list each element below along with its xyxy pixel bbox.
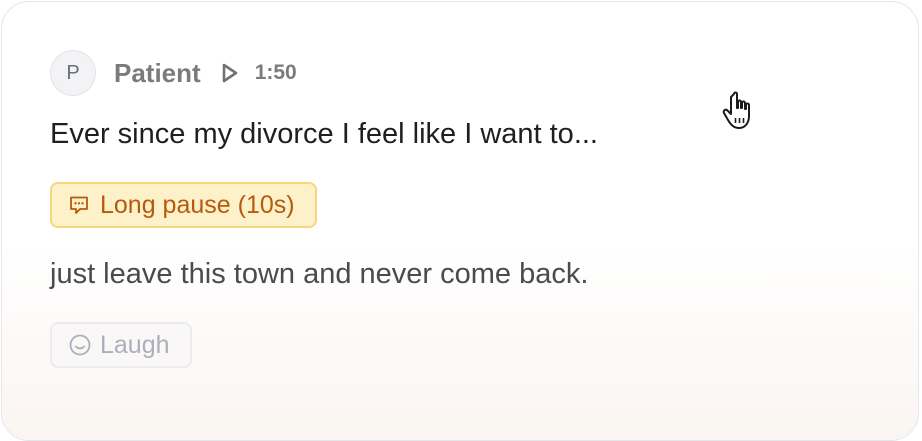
long-pause-label: Long pause (10s) [100, 190, 295, 219]
transcript-card: P Patient 1:50 Ever since my divorce I f… [1, 1, 919, 441]
transcript-line: Ever since my divorce I feel like I want… [50, 118, 598, 150]
long-pause-tag[interactable]: Long pause (10s) [50, 182, 317, 228]
avatar: P [50, 50, 96, 96]
smile-icon [69, 334, 91, 356]
timestamp: 1:50 [254, 61, 297, 84]
hand-pointer-cursor-icon [722, 91, 750, 129]
play-button[interactable] [219, 61, 241, 85]
message-header: P Patient 1:50 [50, 49, 297, 97]
laugh-label: Laugh [100, 330, 170, 359]
speaker-name: Patient [114, 57, 201, 88]
transcript-line: just leave this town and never come back… [50, 258, 589, 290]
chat-bubble-icon [70, 196, 88, 214]
play-icon [222, 63, 237, 83]
laugh-tag[interactable]: Laugh [50, 322, 192, 368]
